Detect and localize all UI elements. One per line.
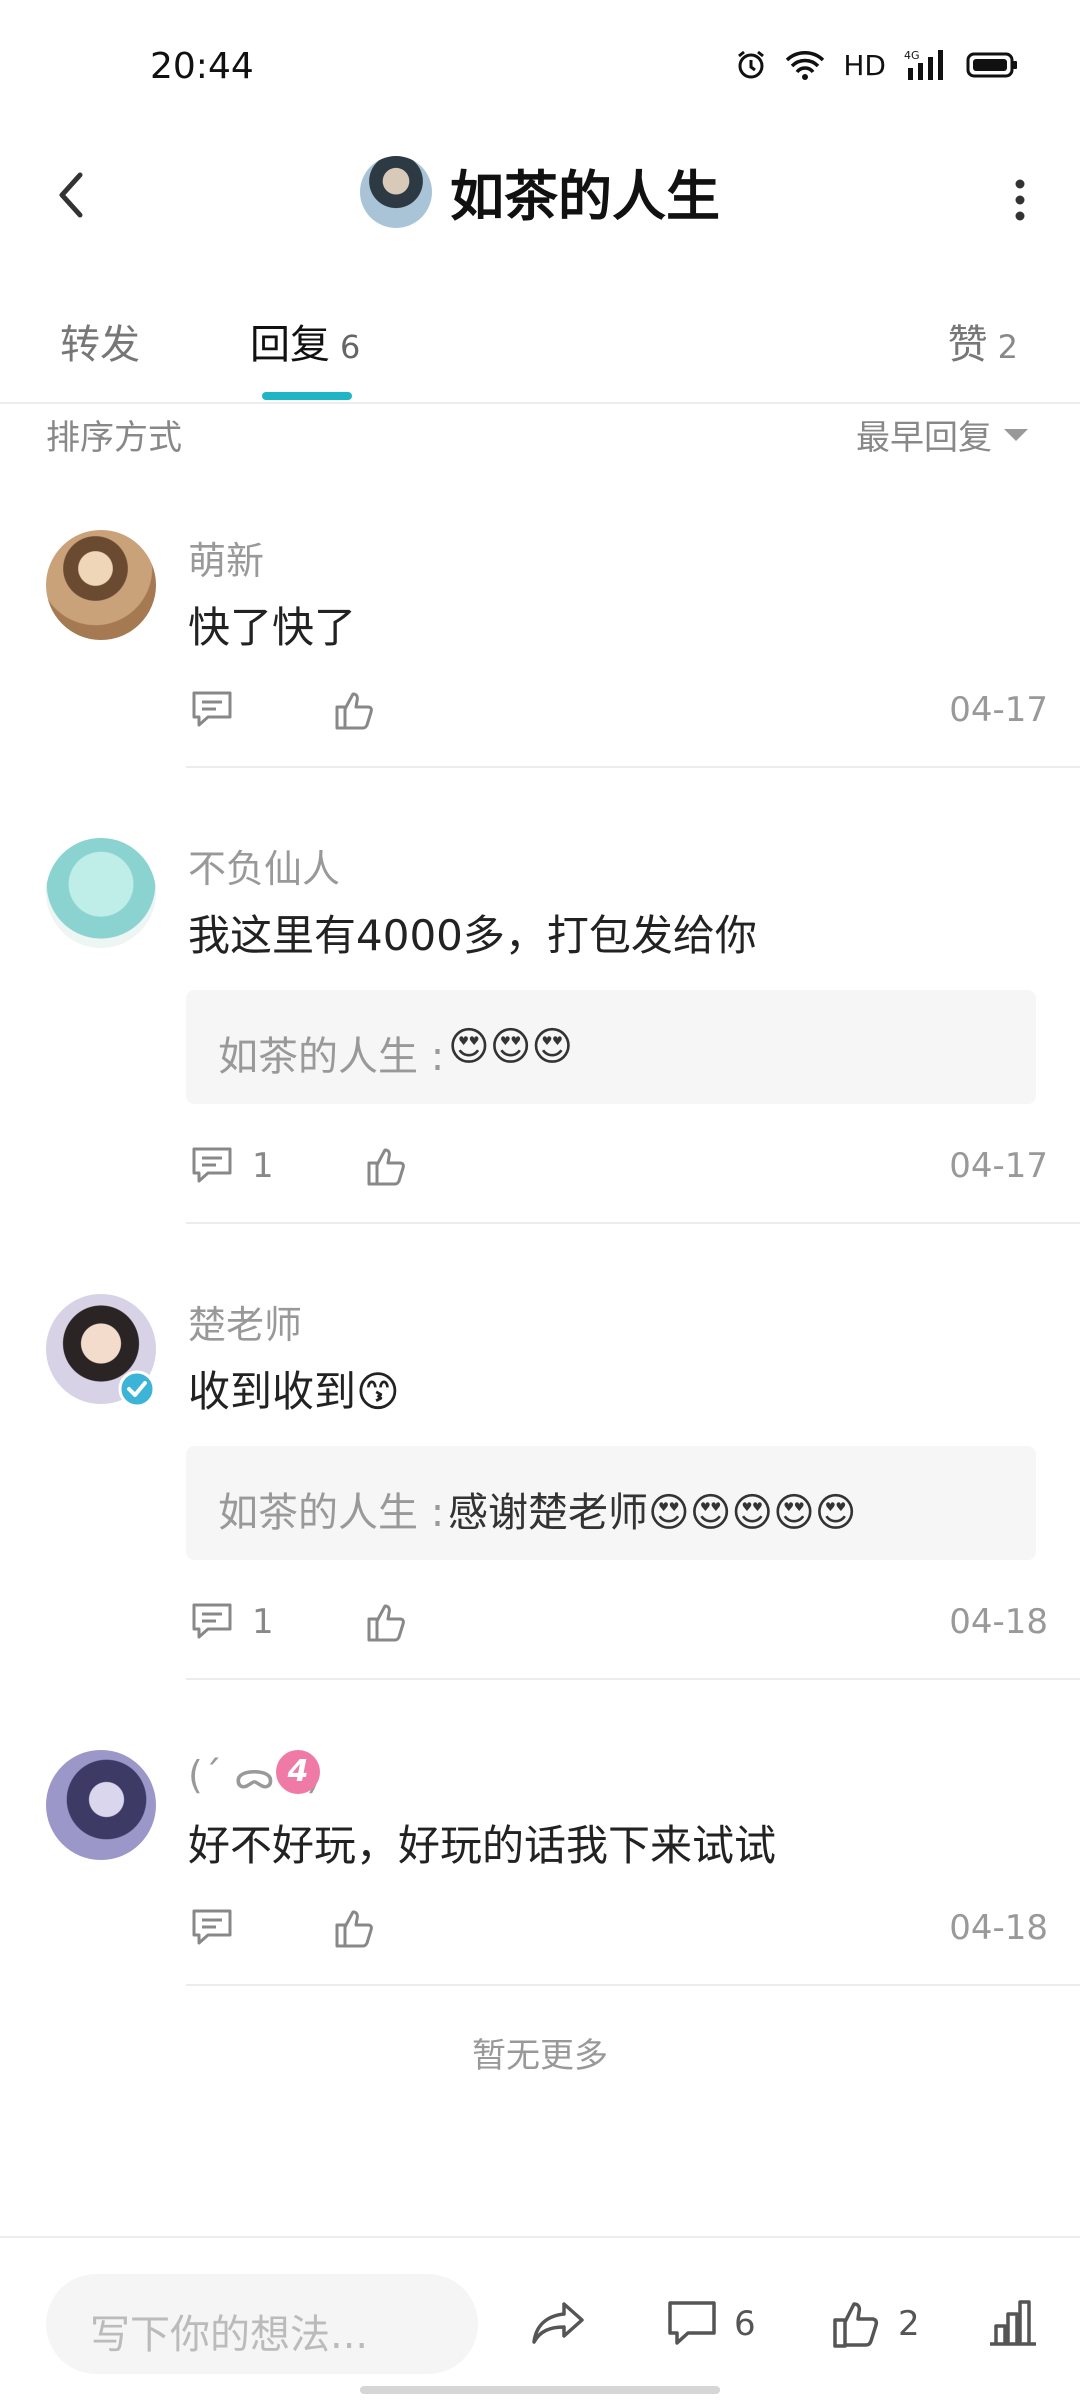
reply-icon[interactable] (190, 1906, 234, 1950)
reply-icon[interactable] (190, 1144, 234, 1188)
divider (186, 1678, 1080, 1680)
tab-reply-count: 6 (340, 328, 361, 366)
quote-author[interactable]: 如茶的人生 : (218, 1024, 444, 1082)
reply-count: 1 (252, 1602, 274, 1642)
avatar[interactable] (46, 1750, 156, 1860)
tab-reply-label: 回复 (250, 322, 330, 368)
comment-actions: 04-18 (188, 1900, 1048, 1960)
avatar[interactable] (46, 838, 156, 948)
divider (186, 1984, 1080, 1986)
level-badge: 4 (276, 1750, 320, 1794)
comment-icon[interactable] (666, 2298, 718, 2350)
bottom-bar: 写下你的想法... 6 2 (0, 2236, 1080, 2402)
comment-text: 我这里有4000多，打包发给你 (188, 911, 757, 960)
tab-active-indicator (262, 392, 352, 400)
divider (186, 766, 1080, 768)
sort-label: 排序方式 (46, 418, 182, 458)
alarm-icon (738, 50, 765, 79)
tab-like[interactable]: 赞2 (948, 312, 1018, 370)
comment-actions: 1 04-18 (188, 1594, 1048, 1654)
page-title: 如茶的人生 (450, 165, 720, 228)
like-count: 2 (898, 2304, 920, 2344)
top-nav: 如茶的人生 (0, 140, 1080, 250)
comment-actions: 1 04-17 (188, 1138, 1048, 1198)
status-icons: HD 4G (735, 48, 1018, 82)
reply-count: 1 (252, 1146, 274, 1186)
quote-text: 感谢楚老师😍😍😍😍😍 (448, 1490, 857, 1536)
avatar[interactable] (46, 530, 156, 640)
no-more-label: 暂无更多 (472, 2036, 608, 2076)
comment-text: 快了快了 (188, 603, 357, 652)
quote-text: 😍😍😍 (448, 1024, 574, 1070)
more-button[interactable] (1000, 170, 1040, 230)
comment-date: 04-17 (949, 690, 1048, 730)
status-time: 20:44 (150, 46, 254, 87)
divider (186, 1222, 1080, 1224)
comment-input[interactable]: 写下你的想法... (46, 2274, 478, 2374)
quoted-reply[interactable]: 如茶的人生 : 😍😍😍 (186, 990, 1036, 1104)
thumbs-up-icon[interactable] (332, 688, 376, 732)
author-avatar[interactable] (360, 155, 432, 228)
tab-like-count: 2 (997, 328, 1018, 366)
tab-forward-label: 转发 (60, 322, 140, 368)
wifi-icon (786, 51, 825, 80)
comment-text: 好不好玩，好玩的话我下来试试 (188, 1821, 777, 1870)
home-indicator[interactable] (360, 2386, 720, 2394)
tab-like-label: 赞 (947, 322, 988, 368)
hd-label: HD (843, 48, 886, 82)
tab-reply[interactable]: 回复 6 (250, 312, 360, 370)
status-bar: 20:44 HD 4G (0, 0, 1080, 140)
reply-icon[interactable] (190, 1600, 234, 1644)
sort-row: 排序方式 最早回复 (0, 404, 1080, 464)
more-vertical-icon (1015, 179, 1025, 221)
comment-count: 6 (734, 2304, 756, 2344)
quoted-reply[interactable]: 如茶的人生 : 感谢楚老师😍😍😍😍😍 (186, 1446, 1036, 1560)
comment-text: 收到收到😙 (188, 1367, 400, 1416)
reply-icon[interactable] (190, 688, 234, 732)
share-icon[interactable] (530, 2298, 588, 2348)
sort-selected: 最早回复 (856, 418, 992, 458)
stats-icon[interactable] (986, 2298, 1038, 2348)
tab-forward[interactable]: 转发 (60, 312, 140, 370)
verified-badge-icon (118, 1370, 156, 1408)
tabs: 转发 回复 6 赞2 (0, 290, 1080, 404)
comment-username[interactable]: 楚老师 (188, 1294, 302, 1349)
input-placeholder: 写下你的想法... (90, 2312, 369, 2358)
thumbs-up-icon[interactable] (364, 1600, 408, 1644)
comment-date: 04-18 (949, 1602, 1048, 1642)
title-group[interactable]: 如茶的人生 (0, 152, 1080, 231)
comment-username[interactable]: 不负仙人 (188, 838, 340, 893)
comment-actions: 04-17 (188, 682, 1048, 742)
svg-text:4G: 4G (904, 49, 920, 62)
battery-icon (966, 52, 1017, 78)
thumbs-up-icon[interactable] (830, 2298, 882, 2350)
signal-icon: 4G (904, 49, 943, 80)
thumbs-up-icon[interactable] (364, 1144, 408, 1188)
sort-dropdown[interactable]: 最早回复 (856, 410, 1028, 459)
caret-down-icon (1004, 428, 1028, 441)
comment-username[interactable]: 萌新 (188, 530, 264, 585)
thumbs-up-icon[interactable] (332, 1906, 376, 1950)
quote-author[interactable]: 如茶的人生 : (218, 1480, 444, 1538)
comment-date: 04-17 (949, 1146, 1048, 1186)
comment-date: 04-18 (949, 1908, 1048, 1948)
